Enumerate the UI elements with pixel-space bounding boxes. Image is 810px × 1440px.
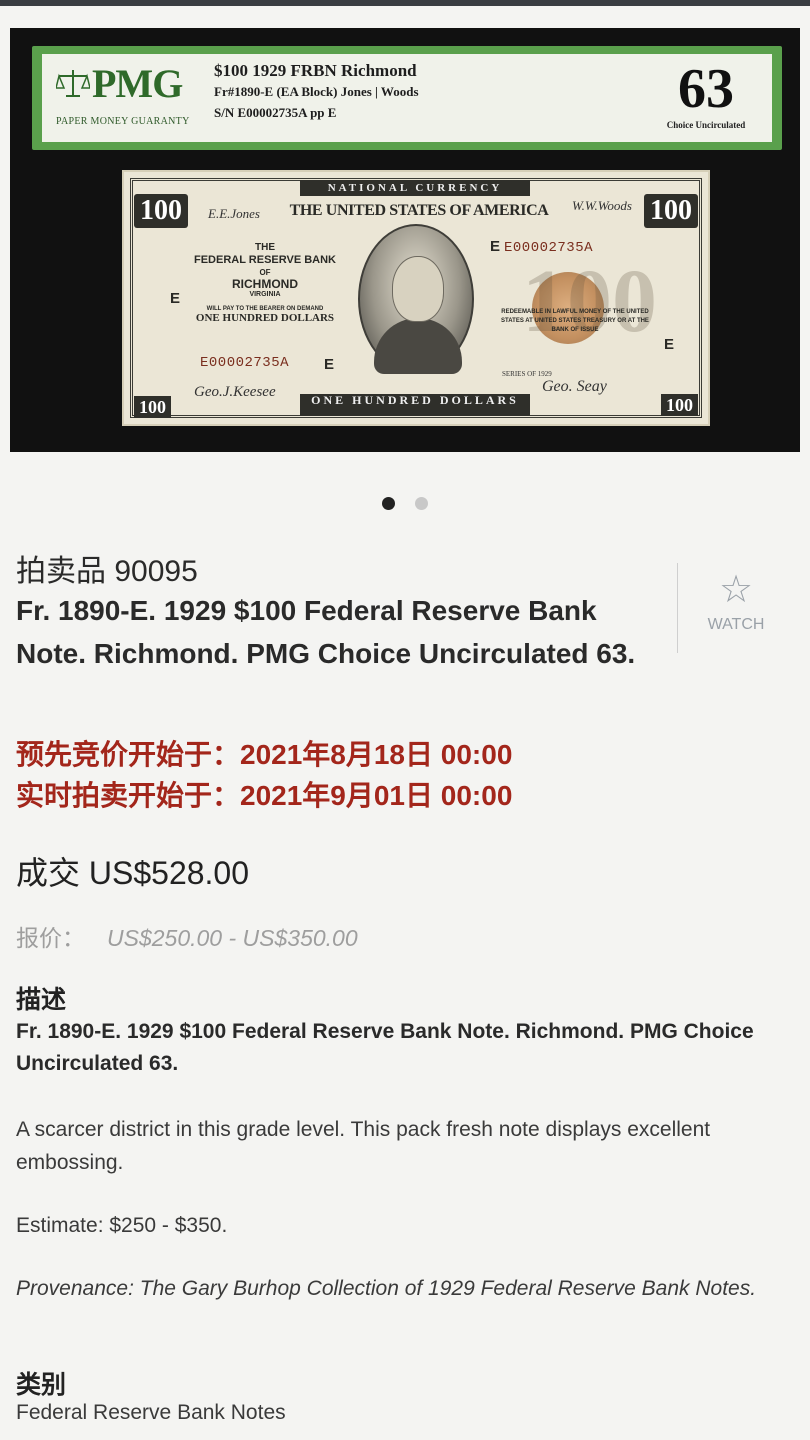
denomination-bottom-left: 100 [134,396,171,418]
district-letter-1: E [490,238,501,255]
carousel-dots [0,497,810,513]
description-paragraph-2: Estimate: $250 - $350. [16,1214,228,1237]
label-line-3: S/N E00002735A pp E [214,105,337,120]
watch-button[interactable]: ☆ WATCH [700,570,772,634]
label-text: $100 1929 FRBN Richmond Fr#1890-E (EA Bl… [214,60,419,124]
portrait-coat [374,318,462,374]
hundred-dollars-band: ONE HUNDRED DOLLARS [300,394,530,416]
bank-block: THE FEDERAL RESERVE BANK OF RICHMOND VIR… [190,242,340,324]
portrait-vignette [358,224,474,374]
bank-name: FEDERAL RESERVE BANK [193,254,336,266]
banknote: 100 100 100 100 NATIONAL CURRENCY THE UN… [122,170,710,426]
redemption-text: REDEEMABLE IN LAWFUL MONEY OF THE UNITED… [501,309,649,333]
national-currency-header: NATIONAL CURRENCY [300,180,530,196]
provenance-paragraph: Provenance: The Gary Burhop Collection o… [16,1277,757,1300]
carousel-dot-1[interactable] [381,497,395,510]
sold-price: 成交 US$528.00 [16,855,250,891]
bank-of: OF [259,268,271,277]
series-text: SERIES OF 1929 [502,370,552,378]
bank-city: RICHMOND [232,277,298,291]
denomination-top-right: 100 [644,194,698,228]
bank-the: THE [255,242,275,253]
pmg-tagline: PAPER MONEY GUARANTY [56,116,190,127]
amount-text: ONE HUNDRED DOLLARS [195,312,335,324]
pmg-label-inner: PMG PAPER MONEY GUARANTY $100 1929 FRBN … [42,54,772,142]
denomination-top-left: 100 [134,194,188,228]
scale-logo-icon [56,70,90,97]
grade-number: 63 [678,58,734,120]
pmg-holder-label: PMG PAPER MONEY GUARANTY $100 1929 FRBN … [32,46,782,150]
carousel-dot-2[interactable] [415,497,429,510]
signature-left-top: E.E.Jones [208,206,260,221]
bank-state: VIRGINIA [249,291,281,298]
lot-title: Fr. 1890-E. 1929 $100 Federal Reserve Ba… [16,595,636,669]
district-letter-4: E [664,336,675,353]
category-heading: 类别 [16,1371,67,1399]
lot-number: 拍卖品 90095 [16,555,198,588]
description-paragraph-1: A scarcer district in this grade level. … [16,1118,711,1174]
prebid-start: 预先竞价开始于：2021年8月18日 00:00 [16,739,513,770]
watermark-100: 100 [522,252,657,351]
district-letter-2: E [170,290,181,307]
watch-label: WATCH [707,616,765,633]
estimate-value: US$250.00 - US$350.00 [107,925,358,951]
watch-divider [677,563,678,653]
description-heading: 描述 [16,986,67,1014]
denomination-bottom-right: 100 [661,394,698,416]
label-line-2: Fr#1890-E (EA Block) Jones | Woods [214,84,419,99]
district-letter-3: E [324,356,335,373]
signature-left-bottom: Geo.J.Keesee [194,384,276,400]
star-outline-icon: ☆ [718,569,754,611]
portrait-face [392,256,444,322]
auction-dates: 预先竞价开始于：2021年8月18日 00:00 实时拍卖开始于：2021年9月… [16,734,512,816]
grade-text: Choice Uncirculated [666,120,746,130]
description-title: Fr. 1890-E. 1929 $100 Federal Reserve Ba… [16,1020,754,1075]
label-line-1: $100 1929 FRBN Richmond [214,61,417,80]
estimate-label: 报价： [16,925,85,951]
live-auction-start: 实时拍卖开始于：2021年9月01日 00:00 [16,780,513,811]
category-value[interactable]: Federal Reserve Bank Notes [16,1401,286,1425]
top-status-bar [0,0,810,6]
signature-right-bottom: Geo. Seay [542,378,607,395]
estimate-range: 报价： US$250.00 - US$350.00 [16,919,358,953]
signature-right-top: W.W.Woods [572,198,632,213]
country-title: THE UNITED STATES OF AMERICA [289,202,549,219]
pmg-brand: PMG [92,61,183,106]
serial-number-left: E00002735A [200,355,290,371]
lot-image[interactable]: PMG PAPER MONEY GUARANTY $100 1929 FRBN … [10,28,800,452]
